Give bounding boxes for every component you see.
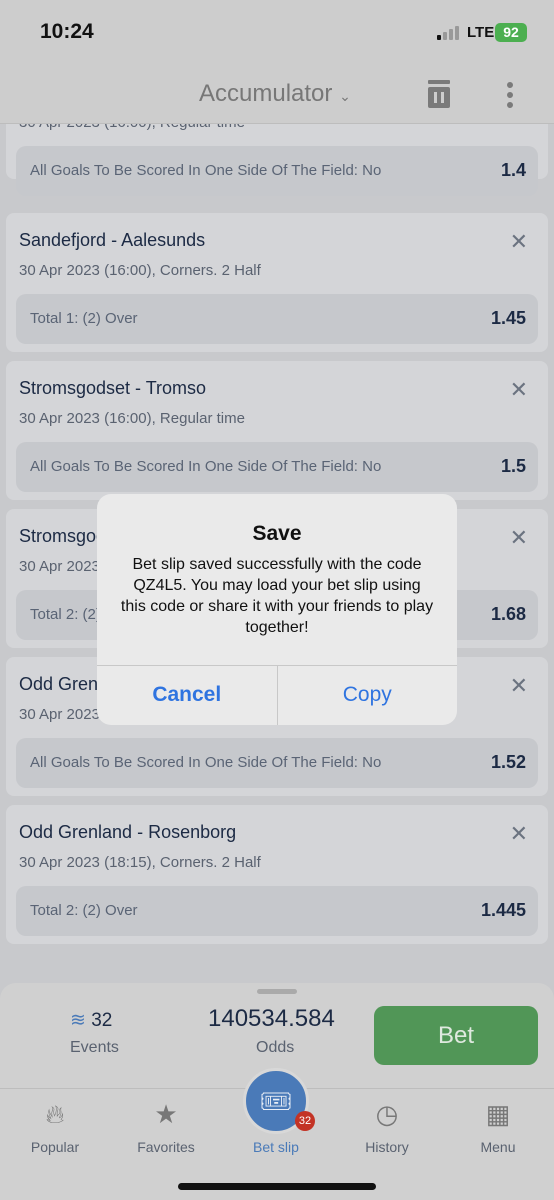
save-dialog: Save Bet slip saved successfully with th…: [97, 494, 457, 725]
dialog-message: Bet slip saved successfully with the cod…: [120, 556, 434, 636]
dialog-title: Save: [252, 522, 302, 545]
copy-button[interactable]: Copy: [278, 666, 458, 725]
cancel-button[interactable]: Cancel: [97, 666, 278, 725]
